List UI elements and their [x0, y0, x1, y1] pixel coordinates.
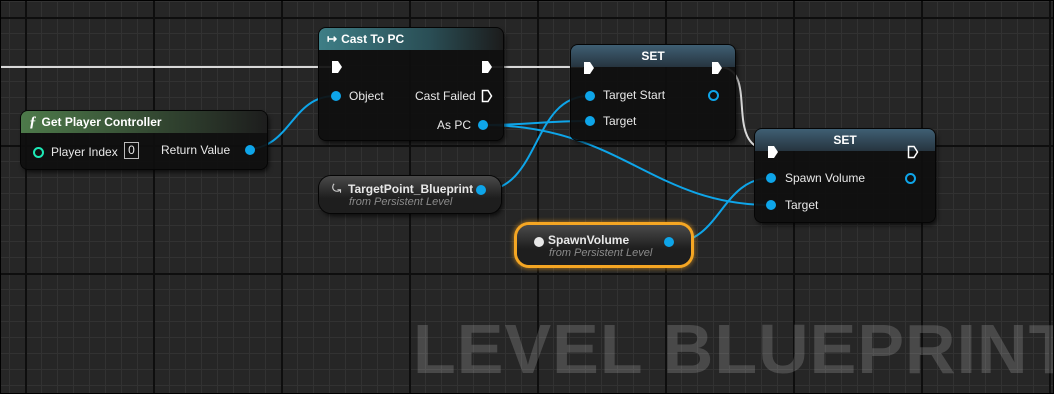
reference-icon: ⤿: [332, 183, 342, 195]
target-pin[interactable]: [585, 116, 595, 126]
target-start-label: Target Start: [603, 88, 666, 102]
node-header: ƒ Get Player Controller: [21, 111, 267, 133]
object-label: Object: [349, 89, 384, 103]
spawn-volume-pin[interactable]: [766, 173, 776, 183]
blueprint-graph-canvas[interactable]: ƒ Get Player Controller Player Index 0 Re…: [0, 0, 1054, 394]
cast-failed-label: Cast Failed: [415, 89, 476, 103]
cast-arrow-icon: ↦: [327, 32, 338, 46]
target-start-output-pin[interactable]: [708, 90, 719, 101]
spawn-volume-reference-node[interactable]: SpawnVolume from Persistent Level: [517, 225, 691, 265]
set-spawn-volume-node[interactable]: SET Spawn Volume Target: [755, 129, 935, 222]
reference-icon: [534, 237, 544, 247]
player-index-pin[interactable]: [33, 147, 44, 158]
player-index-input[interactable]: 0: [124, 142, 139, 159]
cast-failed-pin[interactable]: [481, 89, 493, 103]
as-pc-label: As PC: [437, 118, 472, 132]
level-blueprint-watermark: LEVEL BLUEPRINT: [413, 310, 1054, 388]
target-point-reference-node[interactable]: ⤿ TargetPoint_Blueprint from Persistent …: [319, 176, 501, 213]
target-start-pin[interactable]: [585, 91, 595, 101]
function-icon: ƒ: [29, 114, 37, 130]
exec-out-pin[interactable]: [481, 60, 493, 74]
spawn-volume-subtitle: from Persistent Level: [549, 247, 653, 259]
node-title: SET: [833, 133, 857, 147]
node-title: SET: [641, 49, 665, 63]
object-pin[interactable]: [331, 91, 341, 101]
node-title: Get Player Controller: [41, 115, 162, 129]
target-label: Target: [785, 198, 819, 212]
exec-in-pin[interactable]: [583, 61, 595, 75]
target-point-output-pin[interactable]: [476, 185, 486, 195]
exec-out-pin[interactable]: [907, 145, 919, 159]
cast-to-pc-node[interactable]: ↦ Cast To PC Object Cast Failed As PC: [319, 28, 503, 140]
target-point-name: TargetPoint_Blueprint: [348, 182, 474, 196]
exec-in-pin[interactable]: [767, 145, 779, 159]
target-pin[interactable]: [766, 200, 776, 210]
node-header: ↦ Cast To PC: [319, 28, 503, 50]
spawn-volume-output-pin[interactable]: [664, 237, 674, 247]
target-point-subtitle: from Persistent Level: [349, 196, 453, 208]
spawn-volume-output-pin[interactable]: [905, 173, 916, 184]
player-index-label: Player Index: [51, 145, 118, 159]
node-title: Cast To PC: [341, 32, 405, 46]
return-value-label: Return Value: [161, 143, 231, 157]
set-target-start-node[interactable]: SET Target Start Target: [571, 45, 735, 140]
as-pc-pin[interactable]: [478, 120, 488, 130]
exec-out-pin[interactable]: [711, 61, 723, 75]
target-label: Target: [603, 114, 637, 128]
exec-in-pin[interactable]: [331, 60, 343, 74]
spawn-volume-name: SpawnVolume: [548, 233, 630, 247]
spawn-volume-label: Spawn Volume: [785, 171, 866, 185]
get-player-controller-node[interactable]: ƒ Get Player Controller Player Index 0 Re…: [21, 111, 267, 169]
return-value-pin[interactable]: [245, 145, 255, 155]
